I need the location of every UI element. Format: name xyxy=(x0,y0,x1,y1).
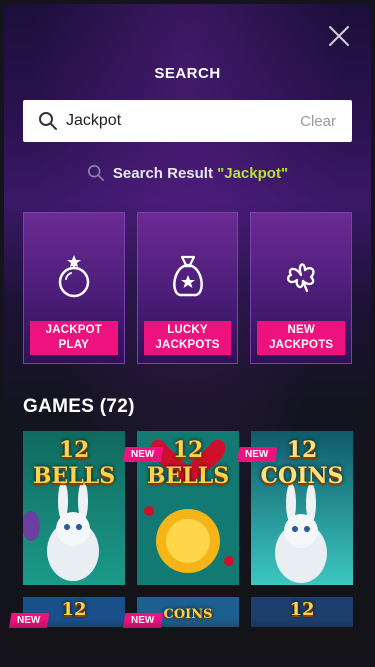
game-logo: 12 COINS xyxy=(260,437,344,489)
games-heading: GAMES (72) xyxy=(23,396,135,417)
search-result-query: "Jackpot" xyxy=(217,164,289,182)
money-bag-icon xyxy=(172,255,203,297)
game-logo: 12 BELLS xyxy=(146,437,230,489)
search-icon xyxy=(87,164,104,182)
new-badge: NEW xyxy=(237,447,278,462)
search-result-label: Search Result xyxy=(112,164,213,182)
bomb-icon xyxy=(58,255,90,298)
category-list: JACKPOT PLAY LUCKY JACKPOTS NEW JACKPOTS xyxy=(23,212,353,364)
category-label: LUCKY JACKPOTS xyxy=(143,321,232,355)
scroll-fade xyxy=(4,619,371,663)
game-tile[interactable]: 12 BELLS xyxy=(23,431,125,585)
category-label: JACKPOT PLAY xyxy=(30,321,118,355)
close-icon[interactable] xyxy=(327,24,351,48)
game-logo: 12 BELLS xyxy=(32,437,116,489)
search-result-line: Search Result "Jackpot" xyxy=(4,164,371,182)
clear-button[interactable]: Clear xyxy=(300,113,336,130)
modal-title: SEARCH xyxy=(154,65,221,82)
new-badge: NEW xyxy=(123,447,164,462)
search-input[interactable]: Jackpot Clear xyxy=(23,100,352,142)
search-value[interactable]: Jackpot xyxy=(66,112,300,130)
game-logo: 12 xyxy=(289,599,315,620)
category-label: NEW JACKPOTS xyxy=(257,321,346,355)
category-lucky-jackpots[interactable]: LUCKY JACKPOTS xyxy=(136,212,239,364)
search-icon xyxy=(39,112,57,130)
search-modal: SEARCH Jackpot Clear Search Result "Jack… xyxy=(4,4,371,663)
category-new-jackpots[interactable]: NEW JACKPOTS xyxy=(250,212,353,364)
category-jackpot-play[interactable]: JACKPOT PLAY xyxy=(23,212,125,364)
clover-icon xyxy=(287,263,315,293)
